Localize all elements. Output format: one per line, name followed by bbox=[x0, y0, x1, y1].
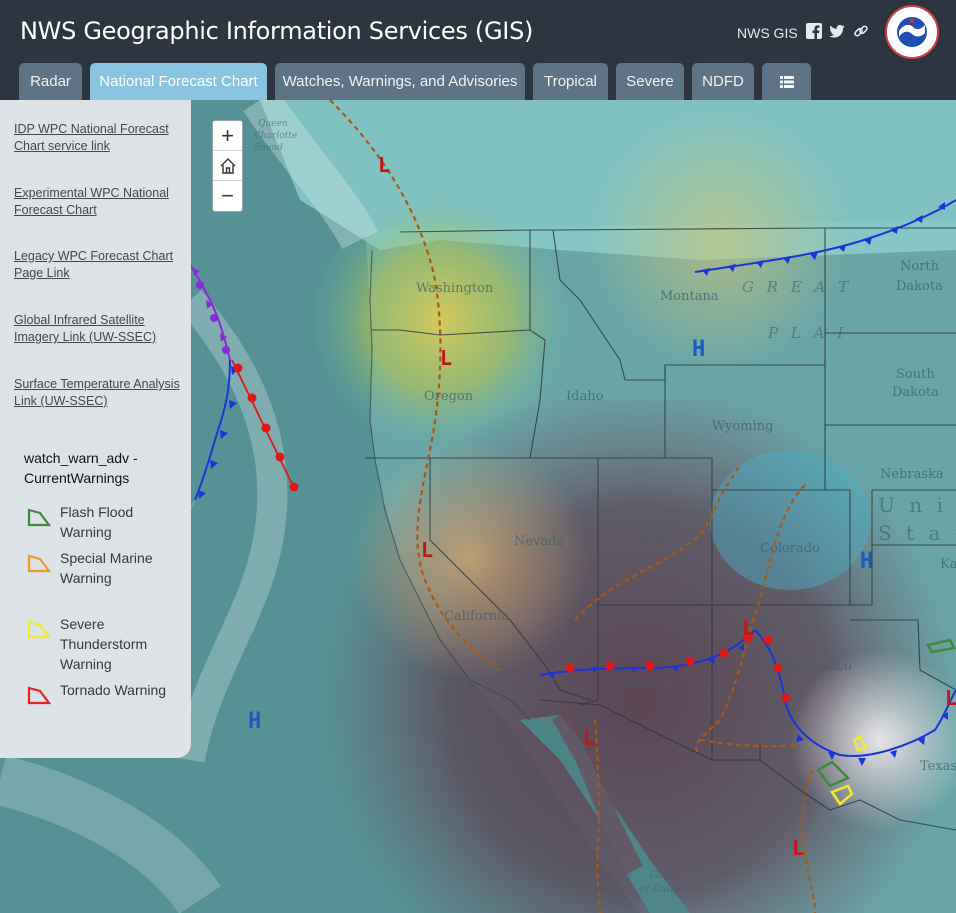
legacy-wpc-link[interactable]: Legacy WPC Forecast Chart Page Link bbox=[14, 248, 182, 282]
label-california: California bbox=[444, 609, 509, 624]
label-north-dakota-2: Dakota bbox=[896, 279, 943, 294]
label-new-mexico: New Mexico bbox=[770, 659, 852, 674]
label-queen-charlotte-2: Charlotte bbox=[254, 131, 297, 141]
legend-item-tornado: Tornado Warning bbox=[26, 680, 186, 706]
side-panel: IDP WPC National Forecast Chart service … bbox=[0, 100, 191, 758]
low-pressure-label-2: L bbox=[440, 346, 452, 370]
nws-logo-icon bbox=[889, 9, 935, 55]
tab-more[interactable] bbox=[762, 63, 811, 100]
legend-item-special-marine: Special Marine Warning bbox=[26, 548, 186, 588]
tab-severe[interactable]: Severe bbox=[616, 63, 684, 100]
label-north-dakota-1: North bbox=[900, 259, 940, 274]
label-kansas: Ka bbox=[940, 557, 956, 572]
low-pressure-label-4: L bbox=[742, 616, 754, 640]
high-pressure-label-1: H bbox=[692, 337, 705, 362]
legend-label-special-marine: Special Marine Warning bbox=[60, 550, 153, 586]
page-title: NWS Geographic Information Services (GIS… bbox=[20, 17, 534, 45]
label-gulf-california-1: Gulf bbox=[650, 870, 674, 881]
legend-label-tornado: Tornado Warning bbox=[60, 682, 167, 698]
home-icon bbox=[220, 157, 235, 174]
label-oregon: Oregon bbox=[424, 389, 474, 404]
label-idaho: Idaho bbox=[566, 389, 604, 404]
high-pressure-label-2: H bbox=[860, 549, 873, 574]
label-gulf-california-2: of California bbox=[640, 884, 703, 895]
home-button[interactable] bbox=[213, 151, 242, 181]
label-texas: Texas bbox=[920, 759, 956, 774]
low-pressure-label-7: L bbox=[945, 686, 956, 710]
label-utah: Utah bbox=[638, 529, 671, 544]
tornado-swatch-icon bbox=[27, 686, 52, 705]
label-washington: Washington bbox=[416, 281, 494, 296]
low-pressure-label-1: L bbox=[378, 153, 390, 177]
tab-national-forecast-chart[interactable]: National Forecast Chart bbox=[90, 63, 267, 100]
legend-item-flash-flood: Flash Flood Warning bbox=[26, 502, 186, 542]
low-pressure-label-3: L bbox=[421, 538, 433, 562]
global-infrared-satellite-link[interactable]: Global Infrared Satellite Imagery Link (… bbox=[14, 312, 182, 346]
twitter-icon[interactable] bbox=[829, 23, 845, 39]
legend-label-severe-thunderstorm: Severe Thunderstorm Warning bbox=[60, 616, 148, 672]
label-great-plains-1: G R E A T bbox=[742, 278, 852, 296]
label-great-plains-2: P L A I bbox=[767, 324, 847, 342]
label-united-states-1: U n i t bbox=[878, 493, 956, 517]
nws-gis-link[interactable]: NWS GIS bbox=[737, 25, 798, 41]
low-pressure-label-5: L bbox=[583, 726, 595, 750]
experimental-wpc-link[interactable]: Experimental WPC National Forecast Chart bbox=[14, 185, 182, 219]
label-south-dakota-1: South bbox=[896, 367, 935, 382]
legend-title: watch_warn_adv - CurrentWarnings bbox=[24, 450, 138, 486]
high-pressure-label-3: H bbox=[248, 709, 261, 734]
tab-watches-warnings-advisories[interactable]: Watches, Warnings, and Advisories bbox=[275, 63, 525, 100]
tab-radar[interactable]: Radar bbox=[19, 63, 82, 100]
surface-temperature-analysis-link[interactable]: Surface Temperature Analysis Link (UW-SS… bbox=[14, 376, 182, 410]
severe-thunderstorm-swatch-icon bbox=[27, 620, 52, 639]
label-colorado: Colorado bbox=[760, 541, 820, 556]
nws-logo[interactable] bbox=[885, 5, 939, 59]
legend-item-severe-thunderstorm: Severe Thunderstorm Warning bbox=[26, 614, 186, 674]
legend-label-flash-flood: Flash Flood Warning bbox=[60, 504, 134, 540]
facebook-icon[interactable] bbox=[806, 23, 822, 39]
low-pressure-label-6: L bbox=[792, 836, 804, 860]
zoom-in-button[interactable]: + bbox=[213, 121, 242, 151]
label-montana: Montana bbox=[660, 289, 719, 304]
special-marine-swatch-icon bbox=[27, 554, 52, 573]
tab-ndfd[interactable]: NDFD bbox=[692, 63, 754, 100]
label-queen-charlotte-1: Queen bbox=[258, 119, 288, 129]
label-queen-charlotte-3: Sound bbox=[254, 143, 283, 153]
tab-tropical[interactable]: Tropical bbox=[533, 63, 608, 100]
zoom-controls: + − bbox=[212, 120, 243, 212]
label-arizona: Arizona bbox=[624, 677, 676, 692]
zoom-out-button[interactable]: − bbox=[213, 181, 242, 211]
idp-wpc-service-link[interactable]: IDP WPC National Forecast Chart service … bbox=[14, 121, 182, 155]
flash-flood-swatch-icon bbox=[27, 508, 52, 527]
label-south-dakota-2: Dakota bbox=[892, 385, 939, 400]
label-united-states-2: S t a t bbox=[878, 521, 956, 545]
list-icon bbox=[779, 75, 794, 88]
label-wyoming: Wyoming bbox=[712, 419, 773, 434]
label-nevada: Nevada bbox=[514, 534, 564, 549]
link-icon[interactable] bbox=[853, 23, 869, 39]
label-nebraska: Nebraska bbox=[880, 467, 944, 482]
